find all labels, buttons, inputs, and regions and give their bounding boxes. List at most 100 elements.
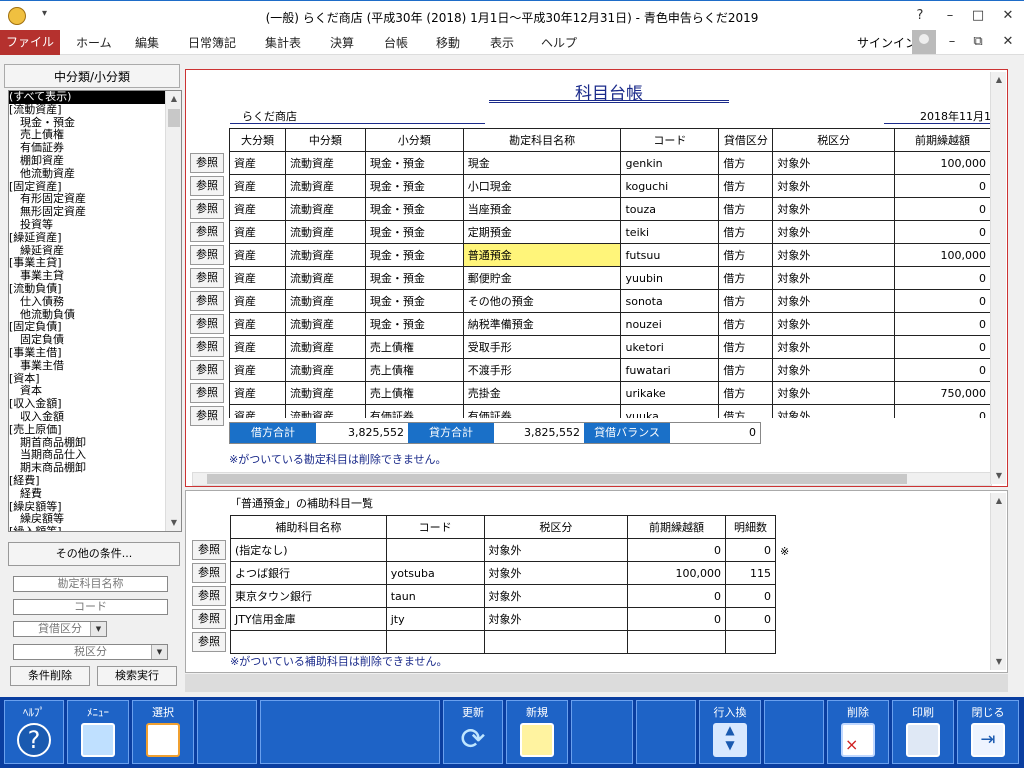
sub-account-cell[interactable]: 0 [627,584,726,608]
ledger-cell[interactable]: 資産 [229,151,286,175]
ledger-cell[interactable]: 定期預金 [462,220,622,244]
column-header[interactable]: 小分類 [364,128,464,152]
ledger-cell[interactable]: 不渡手形 [462,358,622,382]
sub-account-cell[interactable] [230,630,387,654]
ledger-cell[interactable]: 借方 [718,289,774,313]
sub-reference-button[interactable]: 参照 [192,632,226,652]
ledger-cell[interactable]: uketori [620,335,720,359]
other-conditions-button[interactable]: その他の条件... [8,542,180,566]
reference-button[interactable]: 参照 [190,245,224,265]
tree-item[interactable]: 仕入債務 [9,295,181,309]
ledger-row[interactable]: 資産 流動資産 現金・預金 郵便貯金 yuubin 借方 対象外 0 [229,266,991,290]
ledger-row[interactable]: 資産 流動資産 現金・預金 当座預金 touza 借方 対象外 0 [229,197,991,221]
ledger-cell[interactable]: 有価証券 [462,404,622,418]
menu-summary[interactable]: 集計表 [265,34,301,51]
ledger-cell[interactable]: futsuu [620,243,720,267]
ledger-row[interactable]: 資産 流動資産 現金・預金 普通預金 futsuu 借方 対象外 100,000 [229,243,991,267]
menu-tool-button[interactable]: ﾒﾆｭｰ [67,700,129,764]
tree-item[interactable]: 投資等 [9,218,181,232]
print-tool-button[interactable]: 印刷 [892,700,954,764]
new-tool-button[interactable]: 新規 [506,700,568,764]
tree-item[interactable]: [売上原価] [9,423,181,437]
sub-reference-button[interactable]: 参照 [192,586,226,606]
column-header[interactable]: 中分類 [284,128,366,152]
ledger-cell[interactable]: nouzei [620,312,720,336]
tree-item[interactable]: [事業主借] [9,346,181,360]
sub-account-cell[interactable]: 0 [627,538,726,562]
close-document-button[interactable]: ✕ [996,31,1020,53]
ledger-cell[interactable]: 流動資産 [284,404,366,418]
sub-account-cell[interactable]: jty [385,607,485,631]
ledger-cell[interactable]: 0 [894,289,991,313]
ledger-cell[interactable]: 対象外 [772,174,896,198]
sub-column-header[interactable]: 補助科目名称 [230,515,387,539]
ledger-cell[interactable]: teiki [620,220,720,244]
sub-reference-button[interactable]: 参照 [192,540,226,560]
sub-account-cell[interactable] [483,630,629,654]
ledger-cell[interactable]: koguchi [620,174,720,198]
signin-link[interactable]: サインイン [857,34,917,51]
ledger-cell[interactable]: 資産 [229,220,286,244]
ledger-cell[interactable]: 納税準備預金 [462,312,622,336]
ledger-cell[interactable]: 流動資産 [284,151,366,175]
ledger-cell[interactable]: 0 [894,174,991,198]
ledger-cell[interactable]: 借方 [718,197,774,221]
ledger-cell[interactable]: 対象外 [772,335,896,359]
sub-account-row[interactable]: よつば銀行 yotsuba 対象外 100,000 115 [230,561,777,585]
ledger-cell[interactable]: 対象外 [772,381,896,405]
minimize-button[interactable]: – [938,5,962,27]
sub-vscrollbar[interactable]: ▲ ▼ [990,493,1006,670]
reference-button[interactable]: 参照 [190,383,224,403]
ledger-cell[interactable]: 0 [894,220,991,244]
ledger-cell[interactable]: 流動資産 [284,289,366,313]
chevron-down-icon[interactable]: ▼ [90,622,106,636]
ledger-cell[interactable]: 750,000 [894,381,991,405]
ledger-cell[interactable]: 普通預金 [462,243,622,267]
ledger-cell[interactable]: 借方 [718,335,774,359]
sub-account-cell[interactable]: 対象外 [483,607,629,631]
ledger-row[interactable]: 資産 流動資産 現金・預金 定期預金 teiki 借方 対象外 0 [229,220,991,244]
select-tool-button[interactable]: 選択 [132,700,194,764]
ledger-cell[interactable]: 100,000 [894,151,991,175]
ledger-cell[interactable]: 対象外 [772,289,896,313]
ledger-cell[interactable]: 借方 [718,358,774,382]
ledger-cell[interactable]: 0 [894,197,991,221]
sub-account-cell[interactable]: 0 [627,607,726,631]
ledger-cell[interactable]: 売上債権 [364,335,464,359]
ledger-cell[interactable]: 借方 [718,243,774,267]
chevron-down-icon[interactable]: ▼ [151,645,167,659]
ledger-cell[interactable]: genkin [620,151,720,175]
ledger-cell[interactable]: 受取手形 [462,335,622,359]
ledger-row[interactable]: 資産 流動資産 現金・預金 小口現金 koguchi 借方 対象外 0 [229,174,991,198]
sub-account-cell[interactable] [724,630,777,654]
ledger-cell[interactable]: 対象外 [772,358,896,382]
ledger-cell[interactable]: 資産 [229,174,286,198]
search-button[interactable]: 検索実行 [97,666,177,686]
tree-item[interactable]: [経費] [9,474,181,488]
ledger-row[interactable]: 資産 流動資産 有価証券 有価証券 yuuka 借方 対象外 0 [229,404,991,418]
ledger-cell[interactable]: 借方 [718,151,774,175]
tree-item[interactable]: [収入金額] [9,397,181,411]
ledger-cell[interactable]: 対象外 [772,151,896,175]
ledger-cell[interactable]: yuuka [620,404,720,418]
ledger-cell[interactable]: 郵便貯金 [462,266,622,290]
ledger-cell[interactable]: 有価証券 [364,404,464,418]
ledger-cell[interactable]: 対象外 [772,197,896,221]
ledger-cell[interactable]: 現金・預金 [364,266,464,290]
ledger-cell[interactable]: 資産 [229,197,286,221]
avatar[interactable] [912,30,936,54]
scroll-up-icon[interactable]: ▲ [991,493,1007,509]
tree-item[interactable]: [流動負債] [9,282,181,296]
delete-tool-button[interactable]: 削除 × [827,700,889,764]
ledger-cell[interactable]: 資産 [229,335,286,359]
reference-button[interactable]: 参照 [190,199,224,219]
ledger-cell[interactable]: 流動資産 [284,381,366,405]
maximize-button[interactable]: □ [966,5,990,27]
ledger-cell[interactable]: 借方 [718,312,774,336]
sub-account-cell[interactable] [627,630,726,654]
sub-account-row[interactable]: 東京タウン銀行 taun 対象外 0 0 [230,584,777,608]
ledger-cell[interactable]: 現金 [462,151,622,175]
reference-button[interactable]: 参照 [190,406,224,426]
sub-account-cell[interactable]: 100,000 [627,561,726,585]
menu-view[interactable]: 表示 [490,34,514,51]
